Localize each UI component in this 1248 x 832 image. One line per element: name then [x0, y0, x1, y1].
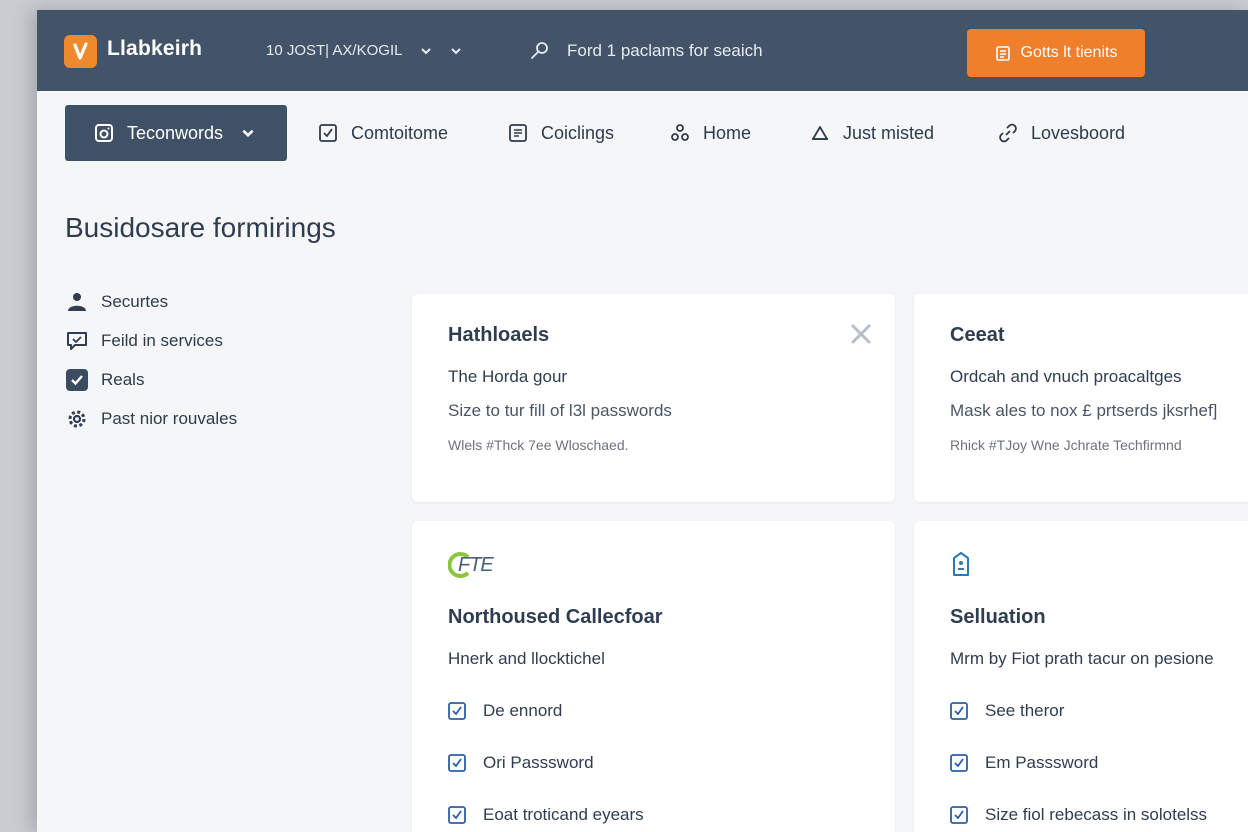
card-description: Size to tur fill of l3l passwords [448, 401, 672, 420]
card-subtitle: Mrm by Fiot prath tacur on pesione [950, 649, 1214, 668]
clipboard-icon [995, 46, 1010, 61]
nav-item-label: Teconwords [127, 122, 224, 143]
check-item-label: Em Passsword [985, 753, 1099, 772]
card-selluation[interactable]: Selluation Mrm by Fiot prath tacur on pe… [914, 521, 1248, 832]
workspace-selector[interactable]: 10 JOST| AX/KOGIL [266, 42, 462, 59]
card-subtitle: Hnerk and llocktichel [448, 649, 605, 668]
checkbox-checked-icon [448, 754, 466, 772]
card-subtitle: The Horda gour [448, 367, 568, 386]
nav-item-label: Just misted [843, 122, 935, 143]
check-item[interactable]: Size fiol rebecass in solotelss [950, 805, 1207, 825]
cta-label: Gotts lt tienits [1020, 44, 1118, 61]
page-title: Busidosare formirings [65, 212, 336, 243]
checkbox-checked-icon [950, 806, 968, 824]
card-title: Selluation [950, 606, 1046, 628]
nav-item-label: Lovesboord [1031, 122, 1126, 143]
search-icon [531, 42, 548, 59]
sidebar-item-securtes[interactable]: Securtes [65, 282, 237, 321]
check-item[interactable]: De ennord [448, 701, 562, 721]
checkbox-checked-icon [448, 806, 466, 824]
nav-item-label: Comtoitome [351, 122, 449, 143]
check-item[interactable]: Eoat troticand eyears [448, 805, 644, 825]
chevron-down-icon [242, 129, 254, 138]
brand-logo-icon: FTE [448, 551, 494, 579]
app-window: Llabkeirh 10 JOST| AX/KOGIL Gotts lt tie… [37, 10, 1248, 832]
bell-icon [812, 126, 828, 140]
check-item-label: Eoat troticand eyears [483, 805, 644, 824]
chat-icon [67, 331, 87, 350]
card-title: Northoused Callecfoar [448, 606, 663, 628]
nav-item-active[interactable]: Teconwords [65, 105, 287, 161]
card-description: Mask ales to nox £ prtserds jksrhef] [950, 401, 1218, 420]
sidebar-item-past-nior-rouvales[interactable]: Past nior rouvales [65, 399, 237, 438]
check-item[interactable]: Em Passsword [950, 753, 1098, 773]
sidebar-item-label: Reals [101, 369, 145, 389]
card-meta: Rhick #TJoy Wne Jchrate Techfirmnd [950, 437, 1182, 453]
nav-item-lovesboord[interactable]: Lovesboord [997, 122, 1125, 144]
top-bar: Llabkeirh 10 JOST| AX/KOGIL Gotts lt tie… [37, 10, 1248, 91]
card-meta: Wlels #Thck 7ee Wloschaed. [448, 437, 629, 453]
sidebar-item-reals[interactable]: Reals [65, 360, 237, 399]
nav-item-label: Coiclings [541, 122, 615, 143]
app-name: Llabkeirh [107, 37, 203, 60]
card-title: Ceeat [950, 324, 1005, 346]
search-bar[interactable] [529, 40, 927, 62]
check-square-icon [66, 368, 88, 391]
check-item-label: De ennord [483, 701, 563, 720]
team-icon [671, 124, 689, 141]
primary-cta-button[interactable]: Gotts lt tienits [967, 29, 1145, 77]
check-item-label: See theror [985, 701, 1065, 720]
card-ceeat[interactable]: Ceeat Ordcah and vnuch proacaltges Mask … [914, 294, 1248, 502]
check-item[interactable]: See theror [950, 701, 1064, 721]
check-item-label: Ori Passsword [483, 753, 594, 772]
sidebar-item-label: Past nior rouvales [101, 408, 238, 428]
sidebar: Securtes Feild in services Reals Past ni… [65, 282, 237, 438]
sidebar-item-label: Securtes [101, 291, 169, 311]
checkbox-checked-icon [448, 702, 466, 720]
main-nav: Teconwords Comtoitome Coiclings Home Jus… [37, 105, 1248, 161]
brand-logo-text: FTE [458, 553, 494, 576]
check-item-label: Size fiol rebecass in solotelss [985, 805, 1208, 824]
card-title: Hathloaels [448, 324, 550, 346]
checkbox-icon [319, 124, 337, 142]
card-hathloaels[interactable]: Hathloaels The Horda gour Size to tur fi… [412, 294, 895, 502]
chevron-down-icon [421, 47, 432, 54]
document-icon [509, 124, 527, 142]
sidebar-item-feild-in-services[interactable]: Feild in services [65, 321, 237, 360]
nav-item-coiclings[interactable]: Coiclings [507, 122, 614, 144]
checkbox-checked-icon [950, 702, 968, 720]
nav-item-home[interactable]: Home [669, 122, 751, 144]
badge-icon [953, 552, 969, 576]
chevron-down-icon[interactable] [450, 45, 462, 57]
app-logo-icon[interactable] [64, 35, 97, 68]
camera-icon [95, 124, 113, 142]
gear-icon [68, 410, 86, 427]
search-input[interactable] [567, 41, 927, 61]
nav-item-just-misted[interactable]: Just misted [809, 122, 934, 144]
card-northoused-callecfoar[interactable]: FTE Northoused Callecfoar Hnerk and lloc… [412, 521, 895, 832]
checkbox-checked-icon [950, 754, 968, 772]
workspace-label: 10 JOST| AX/KOGIL [266, 42, 403, 59]
user-icon [68, 292, 86, 311]
nav-item-label: Home [703, 122, 752, 143]
link-icon [999, 123, 1017, 143]
close-icon[interactable] [849, 322, 873, 346]
nav-item-comtoitome[interactable]: Comtoitome [317, 122, 448, 144]
check-item[interactable]: Ori Passsword [448, 753, 594, 773]
sidebar-item-label: Feild in services [101, 330, 223, 350]
card-subtitle: Ordcah and vnuch proacaltges [950, 367, 1182, 386]
